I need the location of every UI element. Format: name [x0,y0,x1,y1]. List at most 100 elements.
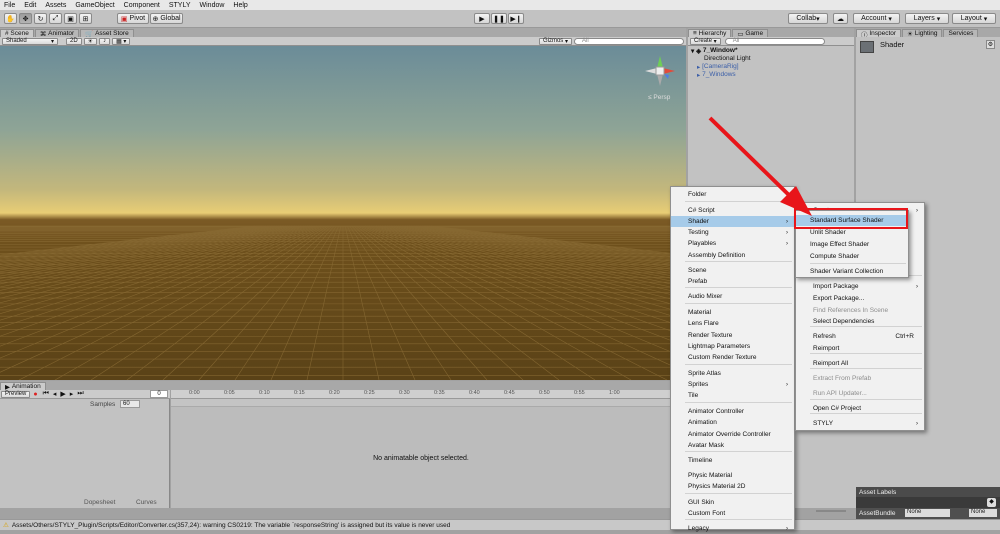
last-key-icon[interactable]: ⏭ [77,390,83,398]
context-item[interactable]: Reimport All [796,358,924,369]
scene-search-input[interactable]: All [574,37,684,45]
hierarchy-search-input[interactable]: All [724,37,825,45]
tab-lighting[interactable]: ☀ Lighting [902,29,943,38]
create-item[interactable]: Render Texture [671,330,794,341]
menu-help[interactable]: Help [233,2,247,9]
rotate-icon[interactable]: ↻ [34,13,47,24]
context-item[interactable]: Export Package... [796,293,924,304]
menu-gameobject[interactable]: GameObject [75,2,114,9]
event-strip[interactable] [171,399,686,407]
tab-services[interactable]: Services [943,29,979,37]
create-dropdown[interactable]: Create ▾ [690,37,721,45]
create-item[interactable]: Audio Mixer [671,291,794,302]
shader-item[interactable]: Shader Variant Collection [796,266,908,277]
timeline-ruler[interactable]: 0:00 0:05 0:10 0:15 0:20 0:25 0:30 0:35 0:40 0:45… [171,390,686,399]
zoom-slider[interactable] [816,510,846,512]
context-item[interactable]: Extract From Prefab [796,373,924,384]
create-item[interactable]: Animation [671,417,794,428]
assetbundle-dropdown[interactable]: None [905,509,950,517]
create-item[interactable]: Custom Render Texture [671,352,794,363]
context-item[interactable]: Find References In Scene [796,305,924,316]
frame-field[interactable]: 0 [150,390,168,398]
samples-input[interactable]: 60 [120,400,140,408]
transform-icon[interactable]: ⊞ [79,13,92,24]
tab-hierarchy[interactable]: ≡ Hierarchy [688,29,732,37]
tab-animator[interactable]: ⌘ Animator [34,29,80,38]
tab-scene[interactable]: # Scene [0,29,34,37]
create-item[interactable]: Animator Controller [671,406,794,417]
create-item[interactable]: Testing › [671,227,794,238]
animation-timeline[interactable]: 0:00 0:05 0:10 0:15 0:20 0:25 0:30 0:35 0:40 0:45… [171,390,686,508]
dopesheet-tab[interactable]: Dopesheet [84,499,115,506]
context-item[interactable]: Reimport [796,343,924,354]
global-button[interactable]: ⊕ Global [150,13,183,24]
create-item[interactable]: GUI Skin [671,497,794,508]
shader-item[interactable]: Image Effect Shader [796,239,908,250]
tab-animation[interactable]: ▶ Animation [0,382,46,391]
hierarchy-item[interactable]: ▸ 7_Windows [697,70,736,79]
tab-asset-store[interactable]: 🛒 Asset Store [80,29,134,38]
rect-icon[interactable]: ▣ [64,13,77,24]
lighting-toggle-icon[interactable]: ☀ [83,37,98,45]
preview-toggle[interactable]: Preview [1,390,31,398]
2d-toggle[interactable]: 2D [66,37,82,45]
audio-toggle-icon[interactable]: ♪ [99,37,111,45]
context-item[interactable]: Run API Updater... [796,388,924,399]
tag-icon[interactable]: ◆ [987,498,996,507]
context-item[interactable]: Import Package › [796,281,924,292]
create-item[interactable]: Playables › [671,238,794,249]
create-item[interactable]: Avatar Mask [671,440,794,451]
curves-tab[interactable]: Curves [136,499,157,506]
hand-icon[interactable]: ✋ [4,13,17,24]
create-item[interactable]: Sprites › [671,379,794,390]
asset-labels-header[interactable]: Asset Labels [856,487,1000,497]
context-item[interactable]: Refresh Ctrl+R [796,331,924,342]
create-item[interactable]: Assembly Definition [671,250,794,261]
cloud-icon[interactable]: ☁ [833,13,848,24]
layout-dropdown[interactable]: Layout ▾ [952,13,996,24]
scene-view[interactable]: ≤ Persp [0,46,686,380]
step-button[interactable]: ▶❙ [508,13,524,24]
play-button[interactable]: ▶ [474,13,490,24]
scale-icon[interactable]: ⤢ [49,13,62,24]
menu-edit[interactable]: Edit [24,2,36,9]
create-item[interactable]: Material [671,307,794,318]
create-item[interactable]: Prefab [671,276,794,287]
status-bar[interactable]: ⚠ Assets/Others/STYLY_Plugin/Scripts/Edi… [0,519,1000,530]
shading-dropdown[interactable]: Shaded ▾ [2,37,58,45]
variant-dropdown[interactable]: None [969,509,997,517]
context-item[interactable]: STYLY › [796,418,924,429]
create-item[interactable]: Animator Override Controller [671,429,794,440]
prev-key-icon[interactable]: ◂ [53,390,57,398]
first-key-icon[interactable]: ⏮ [43,390,49,398]
tab-game[interactable]: ▭ Game [732,29,769,38]
create-item[interactable]: Scene [671,265,794,276]
pause-button[interactable]: ❚❚ [491,13,507,24]
account-dropdown[interactable]: Account ▾ [853,13,900,24]
effects-dropdown[interactable]: ▦ ▾ [112,37,131,45]
gizmos-dropdown[interactable]: Gizmos ▾ [538,37,572,45]
menu-file[interactable]: File [4,2,15,9]
collab-button[interactable]: Collab ▾ [788,13,828,24]
menu-styly[interactable]: STYLY [169,2,191,9]
create-item[interactable]: Custom Font [671,508,794,519]
create-item[interactable]: Legacy › [671,523,794,534]
menu-component[interactable]: Component [124,2,160,9]
shader-item[interactable]: Compute Shader [796,251,908,262]
context-item[interactable]: Open C# Project [796,403,924,414]
settings-icon[interactable]: ⚙ [986,40,995,49]
layers-dropdown[interactable]: Layers ▾ [905,13,949,24]
create-item[interactable]: Lens Flare [671,318,794,329]
pivot-button[interactable]: ▣ Pivot [117,13,149,24]
tab-inspector[interactable]: ⓘ Inspector [856,29,902,39]
create-item[interactable]: Timeline [671,455,794,466]
record-icon[interactable]: ● [33,391,37,398]
menu-assets[interactable]: Assets [45,2,66,9]
next-key-icon[interactable]: ▸ [70,390,74,398]
play-anim-icon[interactable]: ▶ [60,390,65,398]
create-item[interactable]: Physics Material 2D [671,481,794,492]
move-icon[interactable]: ✥ [19,13,32,24]
create-item[interactable]: Tile [671,390,794,401]
menu-window[interactable]: Window [200,2,225,9]
persp-label[interactable]: ≤ Persp [648,94,670,101]
